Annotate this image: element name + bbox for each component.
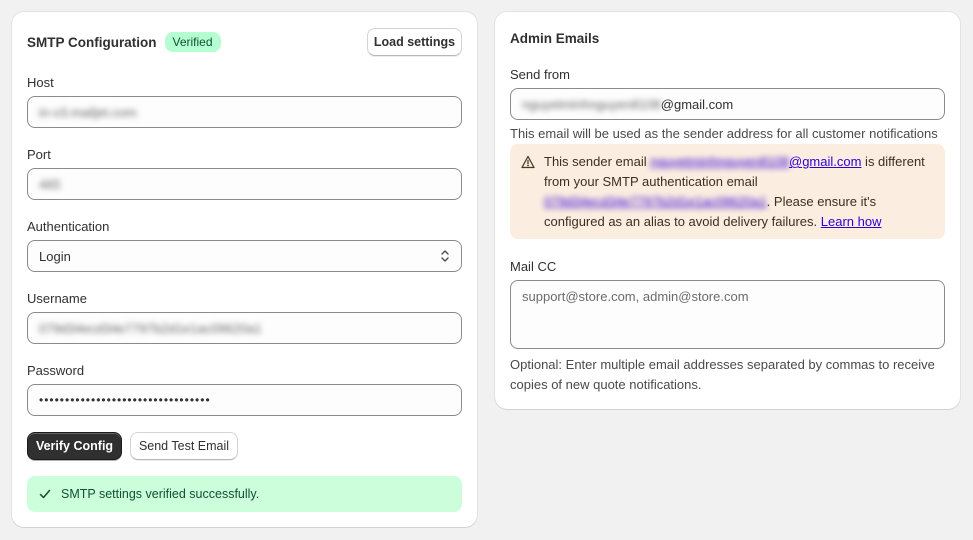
warning-icon <box>521 155 535 169</box>
username-label: Username <box>27 291 87 306</box>
mail-cc-textarea[interactable]: support@store.com, admin@store.com <box>510 280 945 349</box>
username-input[interactable]: 079d34ecd34e7797b2d1e1ac09620a1 <box>27 312 462 344</box>
password-label: Password <box>27 363 85 378</box>
sender-email-local: nguyetminhnguyen8108 <box>650 154 789 169</box>
admin-card-title: Admin Emails <box>510 31 600 46</box>
success-banner: SMTP settings verified successfully. <box>27 476 462 512</box>
send-from-value-local: nguyetminhnguyen8108 <box>522 96 661 112</box>
authentication-value: Login <box>39 248 71 264</box>
authentication-label: Authentication <box>27 219 110 234</box>
verify-config-button[interactable]: Verify Config <box>27 432 122 460</box>
smtp-card-header: SMTP Configuration Verified <box>27 32 221 52</box>
sender-email-link[interactable]: nguyetminhnguyen8108@gmail.com <box>650 154 861 169</box>
verified-status-badge: Verified <box>164 32 221 52</box>
authentication-select[interactable]: Login <box>27 240 462 272</box>
select-chevron-icon <box>440 249 450 263</box>
mail-cc-help: Optional: Enter multiple email addresses… <box>510 357 935 392</box>
port-value: 465 <box>39 176 61 192</box>
port-label: Port <box>27 147 51 162</box>
mail-cc-label: Mail CC <box>510 259 557 274</box>
send-from-value-domain: @gmail.com <box>660 96 734 112</box>
host-value: in-v3.mailjet.com <box>39 104 137 120</box>
host-label: Host <box>27 75 54 90</box>
send-from-input[interactable]: nguyetminhnguyen8108 @gmail.com <box>510 88 945 120</box>
checkmark-icon <box>39 488 51 500</box>
password-input[interactable]: ••••••••••••••••••••••••••••••••• <box>27 384 462 416</box>
port-input[interactable]: 465 <box>27 168 462 200</box>
send-from-help: This email will be used as the sender ad… <box>510 126 938 141</box>
smtp-card-title: SMTP Configuration <box>27 34 157 50</box>
sender-mismatch-warning: This sender email nguyetminhnguyen8108@g… <box>510 144 945 239</box>
success-message: SMTP settings verified successfully. <box>61 487 260 501</box>
smtp-auth-email-link[interactable]: 079d34ecd34e7797b2d1e1ac09620a1 <box>544 194 767 209</box>
send-from-label: Send from <box>510 67 570 82</box>
password-value: ••••••••••••••••••••••••••••••••• <box>39 393 211 407</box>
sender-email-domain: @gmail.com <box>789 154 862 169</box>
username-value: 079d34ecd34e7797b2d1e1ac09620a1 <box>39 320 262 336</box>
admin-emails-card: Admin Emails Send from nguyetminhnguyen8… <box>495 12 960 409</box>
mail-cc-placeholder: support@store.com, admin@store.com <box>522 289 749 304</box>
host-input[interactable]: in-v3.mailjet.com <box>27 96 462 128</box>
smtp-configuration-card: SMTP Configuration Verified Load setting… <box>12 12 477 527</box>
send-test-email-button[interactable]: Send Test Email <box>130 432 238 460</box>
learn-how-link[interactable]: Learn how <box>821 214 882 229</box>
load-settings-button[interactable]: Load settings <box>367 28 462 56</box>
warning-text-1: This sender email <box>544 154 651 169</box>
